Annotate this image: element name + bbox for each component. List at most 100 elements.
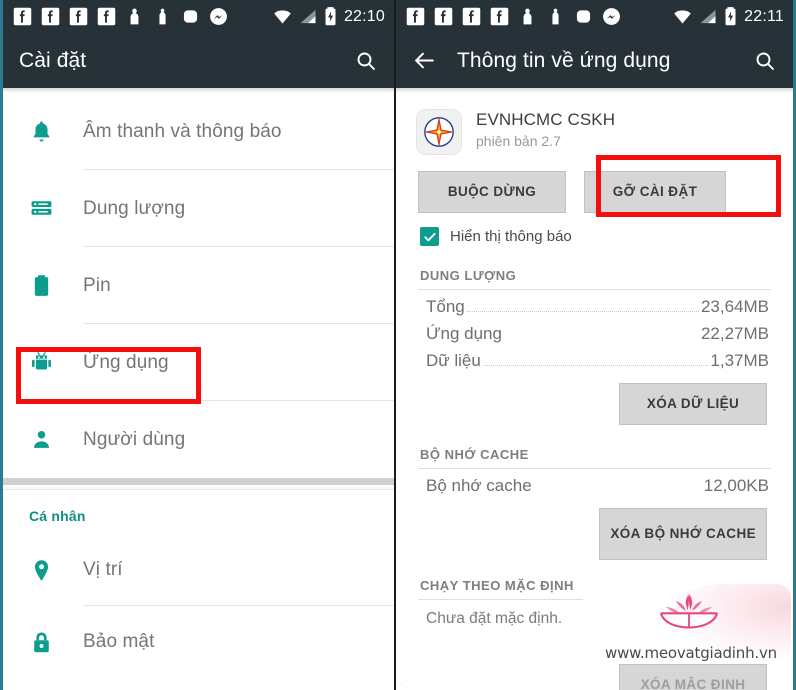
- row-value: 23,64MB: [700, 297, 769, 316]
- sidebar-item-users[interactable]: Người dùng: [3, 401, 394, 478]
- messenger-icon: [210, 8, 227, 25]
- show-notifications-row[interactable]: Hiển thị thông báo: [396, 213, 793, 246]
- app-summary: EVNHCMC CSKH phiên bản 2.7: [396, 93, 793, 155]
- leader-dots: [534, 490, 702, 491]
- person-icon: [523, 8, 532, 25]
- person-icon: [29, 427, 83, 452]
- show-notifications-label: Hiển thị thông báo: [450, 228, 572, 245]
- row-label: Tổng: [426, 297, 465, 316]
- row-label: Dữ liệu: [426, 351, 481, 370]
- sidebar-item-sound[interactable]: Âm thanh và thông báo: [3, 93, 394, 170]
- app-meta: EVNHCMC CSKH phiên bản 2.7: [476, 109, 615, 149]
- left-phone-panel: 22:10 Cài đặt Âm thanh và thông báo Dung…: [0, 0, 396, 690]
- status-bar-left: 22:10: [3, 0, 394, 33]
- signal-icon: [300, 9, 316, 24]
- facebook-icon: [69, 7, 88, 26]
- evnhcmc-compass-icon: [416, 109, 462, 155]
- sidebar-item-label: Ứng dụng: [83, 351, 169, 373]
- wifi-icon: [274, 10, 291, 24]
- status-bar-right: 22:11: [396, 0, 793, 33]
- bell-icon: [29, 119, 83, 144]
- signal-icon: [700, 9, 716, 24]
- scan-artifact: .: [400, 678, 403, 686]
- row-value: 12,00KB: [703, 476, 769, 495]
- search-icon[interactable]: [354, 49, 378, 73]
- sidebar-item-battery[interactable]: Pin: [3, 247, 394, 324]
- person-icon: [130, 8, 139, 25]
- page-title: Cài đặt: [19, 48, 87, 72]
- clear-cache-row: XÓA BỘ NHỚ CACHE: [396, 496, 793, 560]
- leader-dots: [504, 338, 699, 339]
- facebook-icon: [97, 7, 116, 26]
- cache-section-title: BỘ NHỚ CACHE: [420, 447, 529, 462]
- uninstall-button[interactable]: GỠ CÀI ĐẶT: [584, 171, 726, 213]
- sidebar-item-security[interactable]: Bảo mật: [3, 606, 394, 678]
- row-label: Ứng dụng: [426, 324, 502, 343]
- defaults-section-title: CHẠY THEO MẶC ĐỊNH: [420, 578, 574, 593]
- clear-cache-button[interactable]: XÓA BỘ NHỚ CACHE: [599, 508, 767, 560]
- status-clock: 22:10: [343, 7, 385, 25]
- battery-charging-icon: [325, 7, 336, 26]
- sidebar-item-label: Vị trí: [83, 559, 123, 580]
- show-notifications-checkbox[interactable]: [420, 227, 439, 246]
- storage-icon: [29, 196, 83, 221]
- sidebar-item-location[interactable]: Vị trí: [3, 534, 394, 606]
- app-name: EVNHCMC CSKH: [476, 110, 616, 129]
- rounded-square-icon: [183, 10, 198, 23]
- app-action-buttons: BUỘC DỪNG GỠ CÀI ĐẶT: [396, 155, 793, 213]
- sidebar-item-label: Âm thanh và thông báo: [83, 120, 282, 142]
- rounded-square-icon: [576, 10, 591, 23]
- wifi-icon: [674, 10, 691, 24]
- storage-row-app: Ứng dụng 22,27MB: [396, 317, 793, 344]
- android-icon: [29, 350, 83, 375]
- leader-dots: [466, 311, 699, 312]
- person-icon: [159, 8, 166, 25]
- lock-icon: [29, 630, 83, 655]
- status-clock: 22:11: [744, 7, 784, 25]
- search-icon[interactable]: [753, 49, 777, 73]
- sidebar-item-label: Dung lượng: [83, 197, 186, 219]
- force-stop-button[interactable]: BUỘC DỪNG: [418, 171, 566, 213]
- clear-defaults-button[interactable]: XÓA MẶC ĐỊNH: [619, 664, 767, 690]
- back-arrow-icon[interactable]: [412, 48, 437, 73]
- section-separator: [3, 478, 394, 490]
- right-phone-panel: 22:11 Thông tin về ứng dụng EVNHCMC CSKH…: [396, 0, 796, 690]
- status-system-icons: 22:11: [672, 6, 784, 27]
- leader-dots: [482, 365, 709, 366]
- facebook-icon: [406, 7, 425, 26]
- settings-app-bar: Cài đặt: [3, 33, 394, 88]
- status-system-icons: 22:10: [272, 6, 385, 27]
- sidebar-item-label: Người dùng: [83, 428, 186, 450]
- row-value: 22,27MB: [700, 324, 769, 343]
- facebook-icon: [13, 7, 32, 26]
- settings-list[interactable]: Âm thanh và thông báo Dung lượng Pin Ứng…: [3, 93, 394, 678]
- clear-data-button[interactable]: XÓA DỮ LIỆU: [619, 383, 767, 425]
- sidebar-item-label: Bảo mật: [83, 631, 155, 652]
- screenshot-root: 22:10 Cài đặt Âm thanh và thông báo Dung…: [0, 0, 796, 690]
- scan-artifact: .: [7, 678, 10, 686]
- status-notification-icons: [405, 6, 622, 27]
- clear-defaults-clip: XÓA MẶC ĐỊNH: [619, 664, 767, 690]
- messenger-icon: [603, 8, 620, 25]
- status-notification-icons: [12, 6, 229, 27]
- facebook-icon: [462, 7, 481, 26]
- facebook-icon: [434, 7, 453, 26]
- clear-data-row: XÓA DỮ LIỆU: [396, 371, 793, 425]
- app-version: phiên bản 2.7: [476, 133, 561, 149]
- storage-row-total: Tổng 23,64MB: [396, 290, 793, 317]
- watermark-text: www.meovatgiadinh.vn: [605, 644, 777, 662]
- storage-row-data: Dữ liệu 1,37MB: [396, 344, 793, 371]
- row-label: Bộ nhớ cache: [426, 476, 532, 495]
- battery-icon: [29, 273, 83, 298]
- location-pin-icon: [29, 558, 83, 583]
- person-icon: [552, 8, 559, 25]
- app-info-app-bar: Thông tin về ứng dụng: [396, 33, 793, 88]
- facebook-icon: [41, 7, 60, 26]
- sidebar-item-apps[interactable]: Ứng dụng: [3, 324, 394, 401]
- storage-section-title: DUNG LƯỢNG: [420, 268, 517, 283]
- sidebar-item-storage[interactable]: Dung lượng: [3, 170, 394, 247]
- section-separator-bar: [3, 479, 394, 485]
- facebook-icon: [490, 7, 509, 26]
- battery-charging-icon: [725, 7, 736, 26]
- cache-row: Bộ nhớ cache 12,00KB: [396, 469, 793, 496]
